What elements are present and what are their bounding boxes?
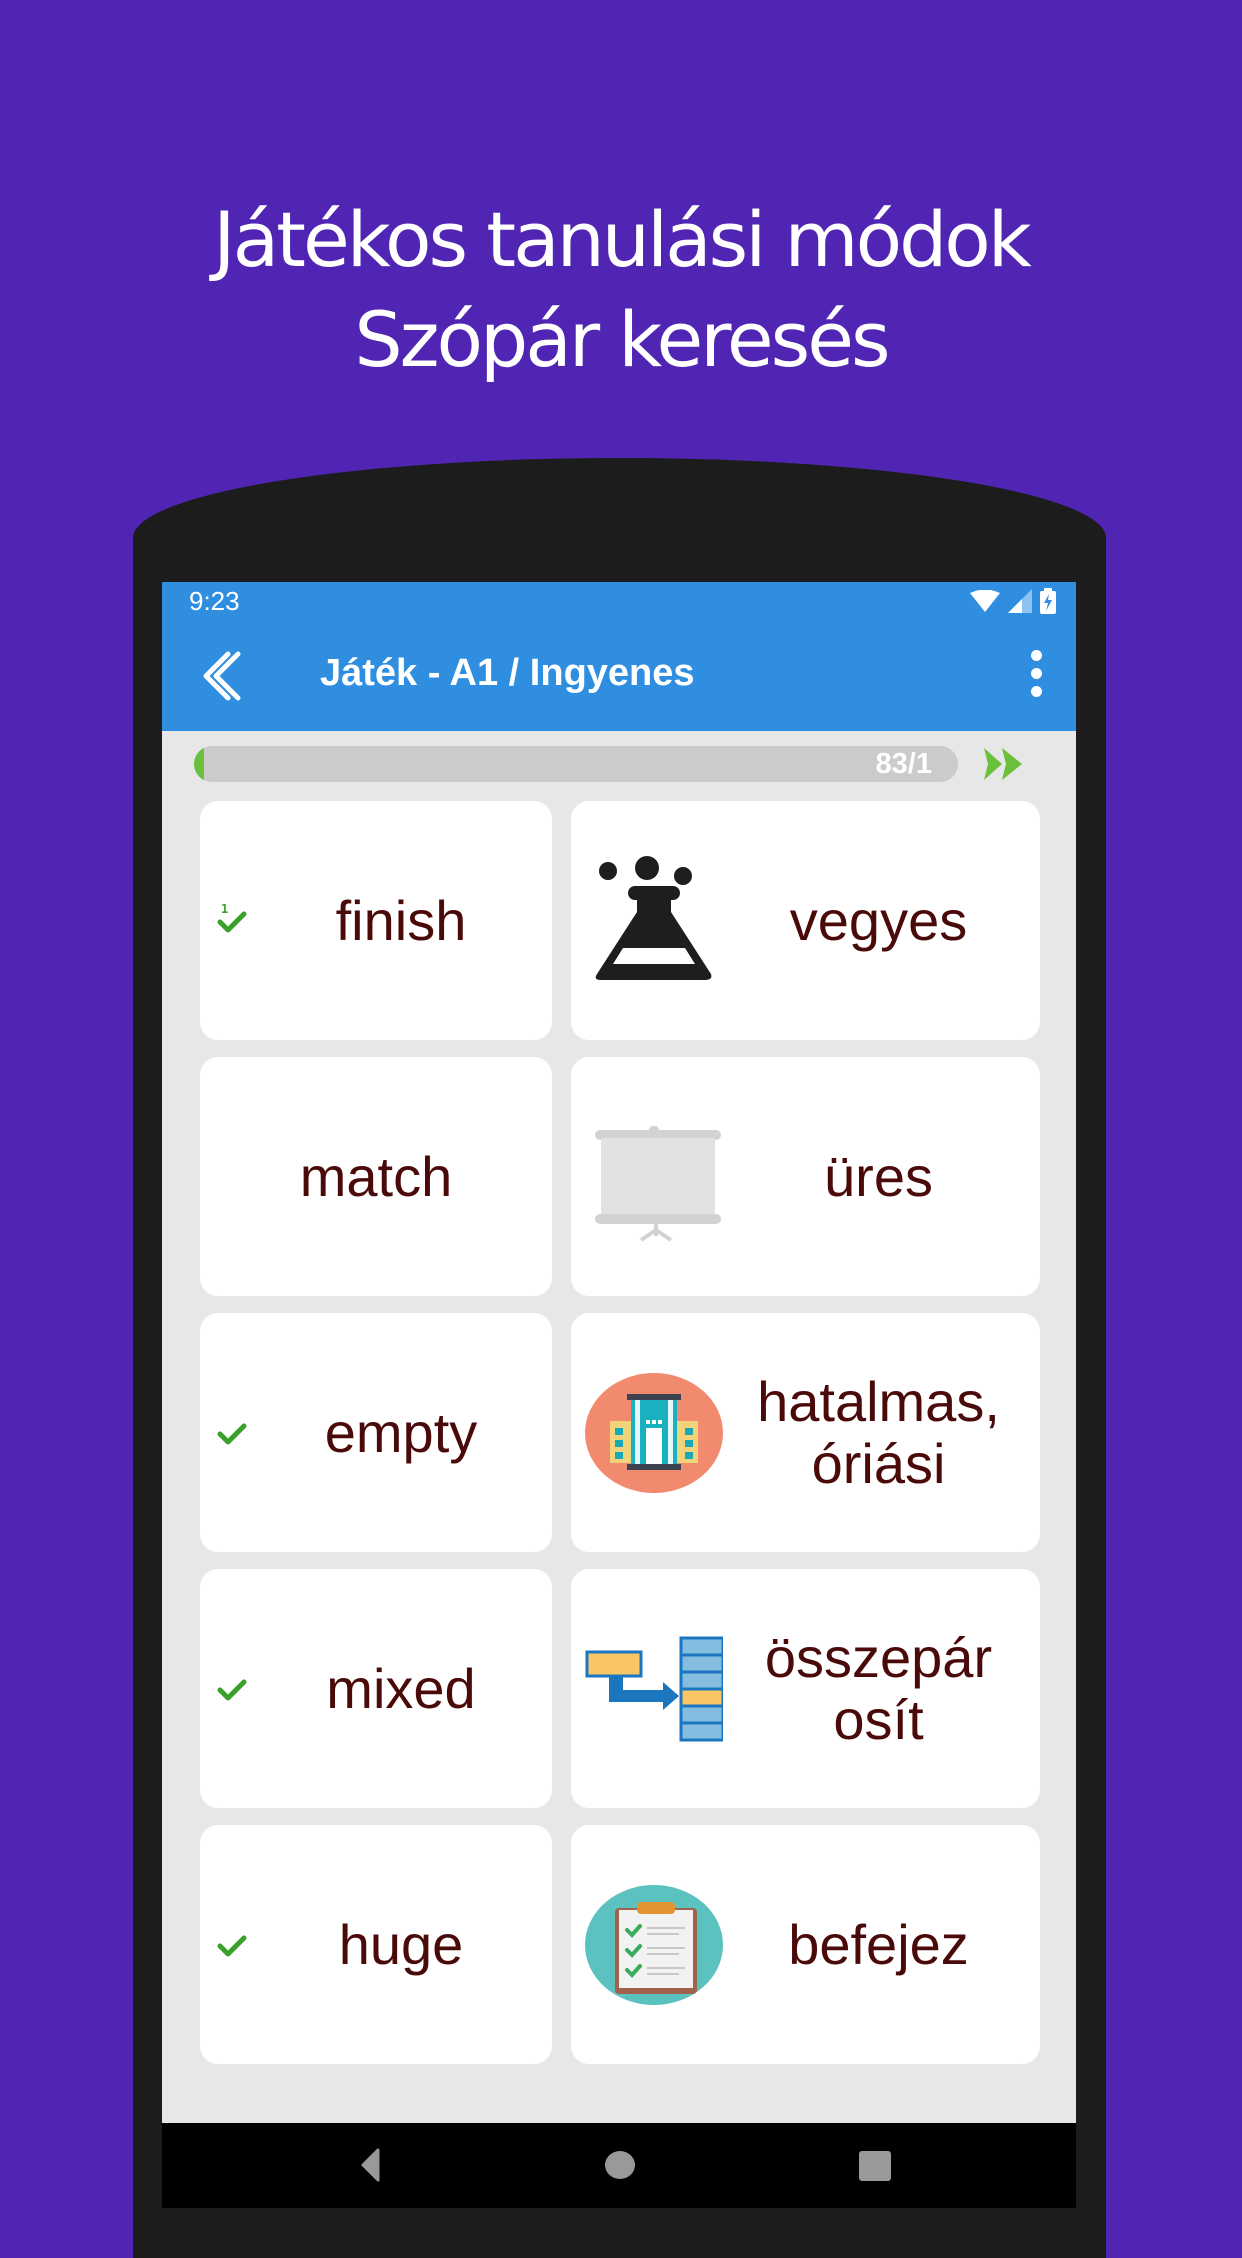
word-label: empty (324, 1400, 478, 1464)
word-card-right[interactable]: vegyes (571, 801, 1040, 1040)
word-label: huge (338, 1912, 464, 1976)
signal-icon (1008, 589, 1032, 613)
word-label: befejez (788, 1912, 969, 1976)
word-label: match (299, 1144, 453, 1208)
phone-screen: 9:23 Játék - A1 / Ingyenes 83/1 1 finish… (162, 582, 1076, 2208)
progress-bar: 83/1 (194, 746, 958, 782)
check-icon (217, 1679, 247, 1700)
status-time: 9:23 (189, 586, 240, 616)
page-title: Játék - A1 / Ingyenes (320, 652, 695, 694)
word-card-left[interactable]: empty (200, 1313, 552, 1552)
nav-recents-button[interactable] (835, 2123, 915, 2208)
status-bar: 9:23 (162, 582, 1076, 620)
system-nav-bar (162, 2123, 1076, 2208)
word-card-right[interactable]: összepár osít (571, 1569, 1040, 1808)
word-label: összepár osít (764, 1625, 993, 1751)
word-label: üres (824, 1144, 933, 1208)
word-card-left[interactable]: 1 finish (200, 801, 552, 1040)
word-label: hatalmas, óriási (757, 1369, 1000, 1495)
more-options-button[interactable] (1026, 650, 1046, 700)
more-vert-icon (1026, 650, 1046, 697)
back-button[interactable] (198, 650, 248, 702)
word-card-right[interactable]: üres (571, 1057, 1040, 1296)
word-card-left[interactable]: mixed (200, 1569, 552, 1808)
building-icon (585, 1372, 723, 1493)
word-label: vegyes (789, 888, 968, 952)
check-icon (217, 1935, 247, 1956)
nav-back-icon (361, 2148, 380, 2182)
promo-line-2: Szópár keresés (354, 295, 890, 384)
nav-home-icon (605, 2151, 635, 2179)
checklist-clipboard-icon (585, 1884, 723, 2005)
word-card-right[interactable]: befejez (571, 1825, 1040, 2064)
word-card-right[interactable]: hatalmas, óriási (571, 1313, 1040, 1552)
wifi-icon (970, 590, 1000, 612)
progress-fill (194, 746, 204, 782)
nav-recents-icon (859, 2151, 891, 2181)
promo-headline: Játékos tanulási módok Szópár keresés (0, 190, 1242, 390)
app-bar: Játék - A1 / Ingyenes (162, 620, 1076, 731)
flask-icon (595, 855, 712, 980)
check-icon (217, 911, 247, 932)
nav-back-button[interactable] (330, 2123, 410, 2208)
check-icon (217, 1423, 247, 1444)
word-card-left[interactable]: match (200, 1057, 552, 1296)
battery-charging-icon (1040, 588, 1056, 614)
word-label: mixed (326, 1656, 476, 1720)
skip-button[interactable] (982, 748, 1024, 780)
nav-home-button[interactable] (580, 2123, 660, 2208)
double-chevron-left-icon (203, 651, 241, 701)
word-label: finish (335, 888, 467, 952)
fast-forward-icon (984, 748, 1022, 780)
progress-label: 83/1 (875, 748, 932, 780)
match-arrow-icon (585, 1636, 723, 1741)
word-card-left[interactable]: huge (200, 1825, 552, 2064)
promo-line-1: Játékos tanulási módok (213, 195, 1032, 284)
projector-screen-icon (595, 1125, 721, 1242)
